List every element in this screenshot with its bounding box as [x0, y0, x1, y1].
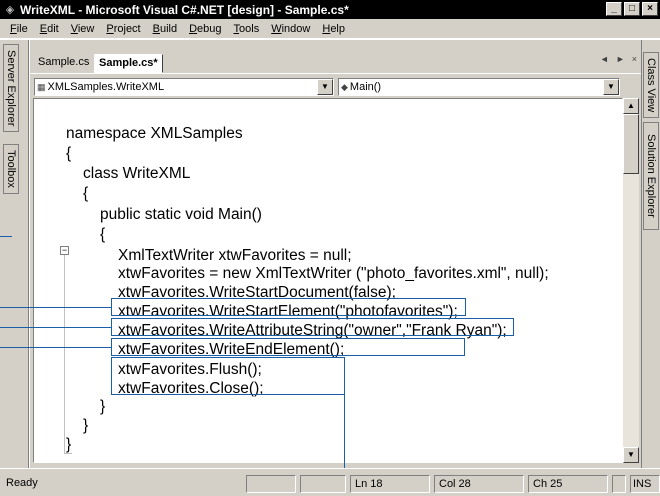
code-line: { — [83, 185, 89, 202]
menu-window[interactable]: Window — [265, 23, 316, 35]
scroll-up-icon[interactable]: ▲ — [623, 98, 639, 114]
menu-edit[interactable]: Edit — [34, 23, 65, 35]
status-character: Ch 25 — [528, 475, 608, 493]
minimize-button[interactable]: _ — [606, 2, 622, 16]
menu-view[interactable]: View — [65, 23, 101, 35]
code-line: } — [66, 436, 72, 453]
menu-tools[interactable]: Tools — [228, 23, 266, 35]
code-line: xtwFavorites = new XmlTextWriter ("photo… — [118, 265, 549, 282]
collapse-icon[interactable]: − — [60, 246, 69, 255]
callout-box-start-element — [111, 298, 466, 316]
code-line: namespace XMLSamples — [66, 125, 243, 142]
code-line: { — [66, 145, 72, 162]
code-line: { — [100, 226, 106, 243]
chevron-down-icon[interactable]: ▼ — [317, 79, 333, 95]
menu-bar: File Edit View Project Build Debug Tools… — [0, 19, 660, 39]
status-line: Ln 18 — [350, 475, 430, 493]
menu-debug[interactable]: Debug — [183, 23, 227, 35]
window-title: WriteXML - Microsoft Visual C#.NET [desi… — [20, 2, 349, 17]
callout-line-end-element — [0, 347, 111, 348]
code-line: } — [83, 417, 89, 434]
code-line: XmlTextWriter xtwFavorites = null; — [118, 247, 352, 264]
member-dropdown[interactable]: ◆ Main() ▼ — [338, 78, 620, 96]
tab-divider — [30, 73, 641, 74]
tab-navigation: ◄ ► × — [600, 54, 637, 64]
window-controls: _ □ × — [606, 2, 658, 16]
code-text-area[interactable]: − namespace XMLSamples { class WriteXML … — [33, 98, 623, 463]
method-icon: ◆ — [341, 82, 348, 92]
code-editor-window: Sample.cs Sample.cs* ◄ ► × ▦ XMLSamples.W… — [30, 40, 641, 468]
code-line: public static void Main() — [100, 206, 262, 223]
code-line: } — [100, 398, 106, 415]
maximize-button[interactable]: □ — [624, 2, 640, 16]
close-button[interactable]: × — [642, 2, 658, 16]
menu-file[interactable]: File — [4, 23, 34, 35]
tab-sample-cs-modified[interactable]: Sample.cs* — [94, 54, 163, 73]
vs-app-icon[interactable]: ◈ — [2, 2, 18, 18]
outline-guide — [64, 254, 65, 454]
status-insert-mode: INS — [630, 475, 660, 493]
tab-sample-cs[interactable]: Sample.cs — [34, 54, 93, 73]
scroll-down-icon[interactable]: ▼ — [623, 447, 639, 463]
chevron-down-icon[interactable]: ▼ — [603, 79, 619, 95]
navigation-bar: ▦ XMLSamples.WriteXML ▼ ◆ Main() ▼ — [30, 76, 641, 98]
right-dock: Class View Solution Explorer — [641, 40, 660, 468]
class-icon: ▦ — [37, 82, 46, 92]
type-dropdown[interactable]: ▦ XMLSamples.WriteXML ▼ — [34, 78, 334, 96]
type-dropdown-value: XMLSamples.WriteXML — [47, 81, 165, 93]
code-line: class WriteXML — [83, 165, 191, 182]
status-panel-empty — [246, 475, 296, 493]
tab-scroll-left-icon[interactable]: ◄ — [600, 54, 609, 64]
callout-line-attribute-string — [0, 327, 111, 328]
class-view-tab[interactable]: Class View — [643, 52, 659, 118]
toolbox-tab[interactable]: Toolbox — [3, 144, 19, 194]
status-panel-empty — [300, 475, 346, 493]
menu-build[interactable]: Build — [147, 23, 183, 35]
scroll-thumb[interactable] — [623, 114, 639, 174]
status-ready: Ready — [6, 477, 38, 489]
solution-explorer-tab[interactable]: Solution Explorer — [643, 122, 659, 230]
menu-help[interactable]: Help — [316, 23, 351, 35]
left-dock: Server Explorer Toolbox — [0, 40, 29, 468]
callout-box-flush-close — [111, 357, 345, 395]
status-column: Col 28 — [434, 475, 524, 493]
close-document-icon[interactable]: × — [632, 54, 637, 64]
status-bar: Ready Ln 18 Col 28 Ch 25 INS — [0, 468, 660, 496]
callout-box-attribute-string — [111, 318, 514, 336]
callout-box-end-element — [111, 338, 465, 356]
menu-project[interactable]: Project — [100, 23, 146, 35]
callout-line-main — [0, 236, 12, 237]
vertical-scrollbar[interactable]: ▲ ▼ — [623, 98, 639, 463]
server-explorer-tab[interactable]: Server Explorer — [3, 44, 19, 132]
status-panel-empty — [612, 475, 626, 493]
tab-scroll-right-icon[interactable]: ► — [616, 54, 625, 64]
member-dropdown-value: Main() — [349, 81, 382, 93]
document-tab-strip: Sample.cs Sample.cs* ◄ ► × — [30, 40, 641, 76]
title-bar: ◈ WriteXML - Microsoft Visual C#.NET [de… — [0, 0, 660, 19]
callout-line-start-element — [0, 307, 111, 308]
